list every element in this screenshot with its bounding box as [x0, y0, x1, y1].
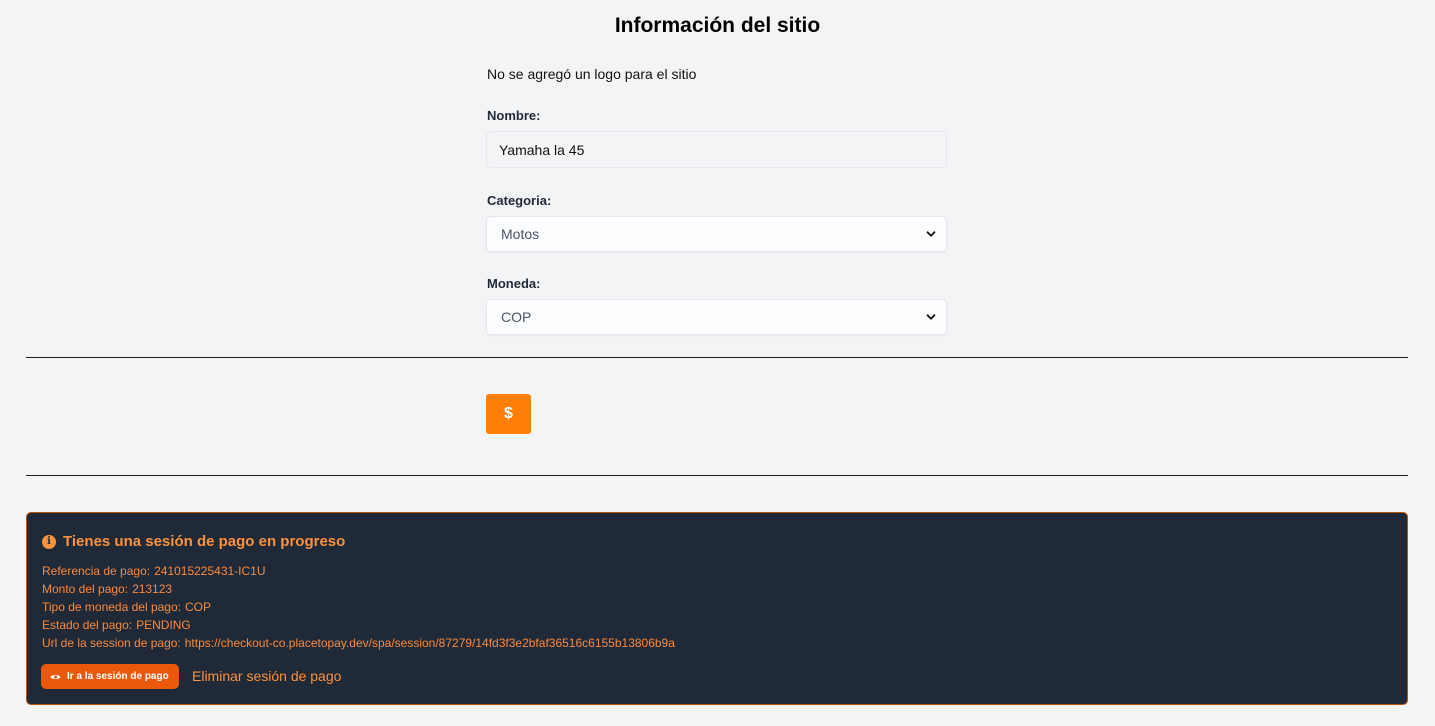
- alert-title: i Tienes una sesión de pago en progreso: [42, 533, 345, 550]
- detail-label: Tipo de moneda del pago:: [42, 600, 181, 614]
- chevron-down-icon: [926, 231, 936, 237]
- detail-label: Referencia de pago:: [42, 564, 151, 578]
- page-title: Información del sitio: [614, 14, 821, 37]
- detail-label: Monto del pago:: [42, 582, 129, 596]
- no-logo-message: No se agregó un logo para el sitio: [487, 66, 697, 82]
- alert-title-text: Tienes una sesión de pago en progreso: [63, 533, 346, 550]
- name-field[interactable]: Yamaha la 45: [486, 131, 947, 168]
- divider: [26, 475, 1408, 476]
- site-info-page: Información del sitio No se agregó un lo…: [0, 0, 1435, 726]
- go-to-session-button[interactable]: Ir a la sesión de pago: [41, 664, 179, 689]
- currency-label: Moneda:: [487, 276, 541, 291]
- info-icon: i: [42, 534, 56, 549]
- detail-label: Url de la session de pago:: [42, 636, 181, 650]
- delete-session-link[interactable]: Eliminar sesión de pago: [192, 668, 341, 684]
- detail-value: COP: [185, 600, 212, 614]
- category-label: Categoria:: [487, 193, 552, 208]
- category-select-value: Motos: [501, 226, 540, 242]
- session-detail-row: Tipo de moneda del pago: COP: [42, 598, 675, 616]
- pay-button[interactable]: $: [486, 394, 531, 434]
- session-detail-row: Estado del pago: PENDING: [42, 616, 675, 634]
- eye-icon: [50, 674, 61, 679]
- currency-select[interactable]: COP: [486, 299, 947, 335]
- session-detail-row: Monto del pago: 213123: [42, 580, 675, 598]
- detail-value: 241015225431-IC1U: [154, 564, 266, 578]
- detail-label: Estado del pago:: [42, 618, 133, 632]
- name-label: Nombre:: [487, 108, 541, 123]
- detail-value: 213123: [132, 582, 173, 596]
- session-details: Referencia de pago: 241015225431-IC1U Mon…: [42, 562, 675, 652]
- go-to-session-label: Ir a la sesión de pago: [67, 671, 169, 682]
- detail-value: PENDING: [136, 618, 191, 632]
- currency-select-value: COP: [501, 309, 532, 325]
- payment-session-alert: i Tienes una sesión de pago en progreso …: [26, 512, 1408, 705]
- divider: [26, 357, 1408, 358]
- category-select[interactable]: Motos: [486, 216, 947, 252]
- name-field-value: Yamaha la 45: [499, 141, 585, 158]
- chevron-down-icon: [926, 314, 936, 320]
- detail-value: https://checkout-co.placetopay.dev/spa/s…: [184, 636, 675, 650]
- session-detail-row: Referencia de pago: 241015225431-IC1U: [42, 562, 675, 580]
- session-detail-row: Url de la session de pago: https://checko…: [42, 634, 675, 652]
